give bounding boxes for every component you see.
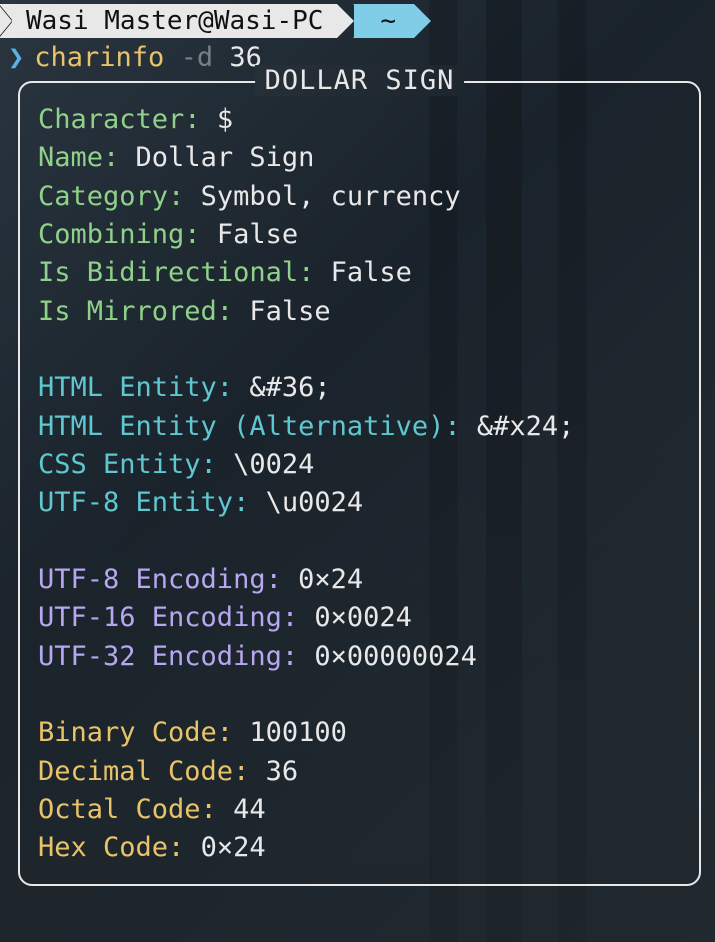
label-utf8-encoding: UTF-8 Encoding: <box>38 564 282 595</box>
row-mirrored: Is Mirrored: False <box>38 293 681 331</box>
row-utf32-encoding: UTF-32 Encoding: 0×00000024 <box>38 638 681 676</box>
value-combining: False <box>217 219 298 250</box>
row-decimal-code: Decimal Code: 36 <box>38 753 681 791</box>
label-character: Character: <box>38 104 201 135</box>
label-category: Category: <box>38 181 184 212</box>
label-octal-code: Octal Code: <box>38 794 217 825</box>
output-box-title: DOLLAR SIGN <box>255 65 465 96</box>
label-decimal-code: Decimal Code: <box>38 756 249 787</box>
label-hex-code: Hex Code: <box>38 832 184 863</box>
label-html-entity: HTML Entity: <box>38 372 233 403</box>
label-bidi: Is Bidirectional: <box>38 257 314 288</box>
value-character: $ <box>217 104 233 135</box>
output-box: DOLLAR SIGN Character: $ Name: Dollar Si… <box>18 81 701 886</box>
command-name: charinfo <box>34 42 164 73</box>
label-binary-code: Binary Code: <box>38 717 233 748</box>
value-binary-code: 100100 <box>249 717 347 748</box>
value-utf16-encoding: 0×0024 <box>314 602 412 633</box>
row-css-entity: CSS Entity: \0024 <box>38 446 681 484</box>
blank-row <box>38 676 681 714</box>
value-decimal-code: 36 <box>266 756 299 787</box>
label-combining: Combining: <box>38 219 201 250</box>
label-utf8-entity: UTF-8 Entity: <box>38 487 249 518</box>
prompt-user-host: Wasi Master@Wasi-PC <box>26 6 323 36</box>
row-html-entity: HTML Entity: &#36; <box>38 369 681 407</box>
row-bidi: Is Bidirectional: False <box>38 254 681 292</box>
row-html-entity-alt: HTML Entity (Alternative): &#x24; <box>38 408 681 446</box>
value-name: Dollar Sign <box>136 142 315 173</box>
value-utf8-entity: \u0024 <box>266 487 364 518</box>
row-utf8-encoding: UTF-8 Encoding: 0×24 <box>38 561 681 599</box>
value-css-entity: \0024 <box>233 449 314 480</box>
label-html-entity-alt: HTML Entity (Alternative): <box>38 411 461 442</box>
prompt-user-host-segment: Wasi Master@Wasi-PC <box>0 4 337 38</box>
prompt-path: ~ <box>380 6 396 36</box>
prompt-bar: Wasi Master@Wasi-PC ~ <box>0 0 715 40</box>
row-utf16-encoding: UTF-16 Encoding: 0×0024 <box>38 599 681 637</box>
label-mirrored: Is Mirrored: <box>38 296 233 327</box>
value-mirrored: False <box>249 296 330 327</box>
value-html-entity: &#36; <box>249 372 330 403</box>
command-flag: -d <box>181 42 214 73</box>
blank-row <box>38 331 681 369</box>
prompt-path-segment: ~ <box>354 4 414 38</box>
row-character: Character: $ <box>38 101 681 139</box>
row-combining: Combining: False <box>38 216 681 254</box>
blank-row <box>38 523 681 561</box>
value-bidi: False <box>331 257 412 288</box>
row-binary-code: Binary Code: 100100 <box>38 714 681 752</box>
value-html-entity-alt: &#x24; <box>477 411 575 442</box>
value-octal-code: 44 <box>233 794 266 825</box>
label-css-entity: CSS Entity: <box>38 449 217 480</box>
value-utf32-encoding: 0×00000024 <box>314 641 477 672</box>
row-octal-code: Octal Code: 44 <box>38 791 681 829</box>
value-utf8-encoding: 0×24 <box>298 564 363 595</box>
label-utf32-encoding: UTF-32 Encoding: <box>38 641 298 672</box>
prompt-caret-icon: ❯ <box>8 42 24 73</box>
row-category: Category: Symbol, currency <box>38 178 681 216</box>
label-name: Name: <box>38 142 119 173</box>
value-category: Symbol, currency <box>201 181 461 212</box>
row-utf8-entity: UTF-8 Entity: \u0024 <box>38 484 681 522</box>
label-utf16-encoding: UTF-16 Encoding: <box>38 602 298 633</box>
row-name: Name: Dollar Sign <box>38 139 681 177</box>
row-hex-code: Hex Code: 0×24 <box>38 829 681 867</box>
value-hex-code: 0×24 <box>201 832 266 863</box>
